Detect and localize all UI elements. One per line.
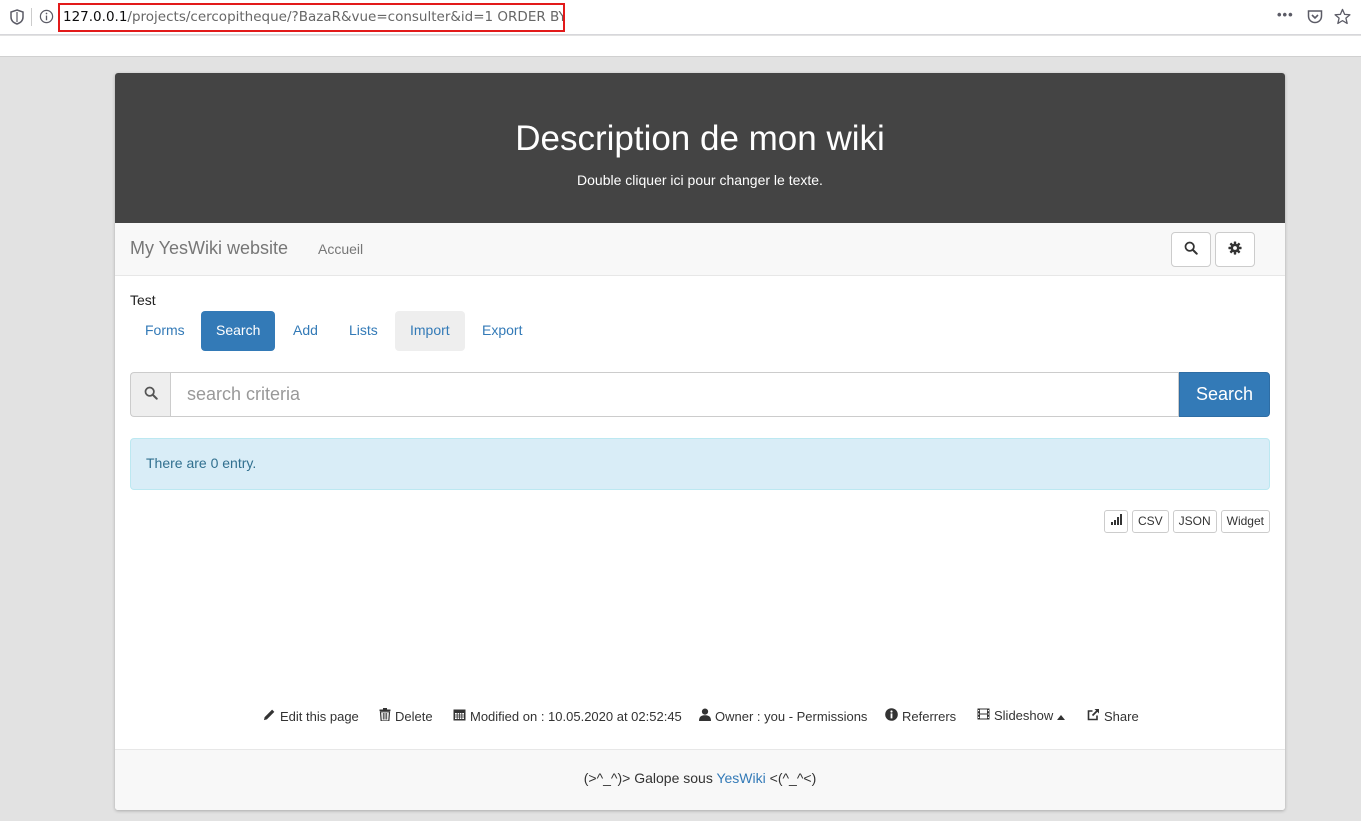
search-submit-button[interactable]: Search — [1179, 372, 1270, 417]
trash-icon — [379, 708, 391, 724]
site-info-icon[interactable] — [39, 9, 54, 28]
toolbar-divider — [31, 8, 32, 26]
slideshow-dropdown[interactable]: Slideshow — [977, 708, 1066, 723]
settings-button[interactable] — [1215, 232, 1255, 267]
site-header[interactable]: Description de mon wiki Double cliquer i… — [115, 73, 1285, 223]
tab-export[interactable]: Export — [467, 311, 537, 351]
navbar: My YesWiki website Accueil — [115, 223, 1285, 276]
slideshow-label: Slideshow — [994, 708, 1054, 723]
page-actions-icon[interactable]: ••• — [1277, 7, 1294, 23]
caret-up-icon — [1057, 708, 1066, 723]
tab-lists[interactable]: Lists — [334, 311, 393, 351]
bookmark-star-icon[interactable] — [1334, 8, 1351, 29]
film-icon — [977, 708, 990, 723]
search-button[interactable] — [1171, 232, 1211, 267]
signal-bars-icon — [1110, 511, 1122, 532]
edit-page-link[interactable]: Edit this page — [263, 708, 359, 724]
edit-page-label: Edit this page — [280, 708, 359, 724]
nav-link-accueil[interactable]: Accueil — [318, 241, 363, 257]
permissions-link[interactable]: Owner : you - Permissions — [699, 708, 867, 724]
delete-label: Delete — [395, 708, 433, 724]
url-path: /projects/cercopitheque/?BazaR&vue=consu… — [127, 9, 565, 25]
search-addon — [130, 372, 170, 417]
csv-button[interactable]: CSV — [1131, 510, 1169, 533]
pencil-icon — [263, 708, 276, 724]
footer-text-before: (>^_^)> Galope sous — [583, 770, 717, 786]
owner-label: Owner : you - Permissions — [715, 708, 868, 724]
bookmarks-bar — [0, 36, 1361, 57]
calendar-icon — [453, 708, 466, 724]
share-icon — [1087, 708, 1100, 724]
main-content: Test Forms Search Add Lists Import Expor… — [115, 276, 1285, 750]
search-icon — [1184, 241, 1198, 258]
json-button[interactable]: JSON — [1172, 510, 1217, 533]
url-host: 127.0.0.1 — [63, 9, 128, 25]
search-form: Search — [130, 372, 1270, 417]
gear-icon — [1228, 241, 1242, 258]
tab-forms[interactable]: Forms — [130, 311, 200, 351]
url-field[interactable]: 127.0.0.1/projects/cercopitheque/?BazaR&… — [58, 3, 565, 32]
user-icon — [699, 708, 711, 724]
info-icon — [885, 708, 898, 724]
search-icon — [144, 386, 158, 403]
tab-import[interactable]: Import — [395, 311, 465, 351]
page-actions-bar: Edit this page Delete Modified on : 10.0… — [115, 708, 1285, 728]
site-subtitle: Double cliquer ici pour changer le texte… — [577, 172, 823, 188]
referrers-link[interactable]: Referrers — [885, 708, 956, 724]
footer-text-after: <(^_^<) — [765, 770, 817, 786]
page-title: Test — [130, 292, 156, 308]
yeswiki-link[interactable]: YesWiki — [716, 770, 765, 786]
pocket-icon[interactable] — [1307, 9, 1323, 28]
export-buttons: CSV JSON Widget — [1103, 510, 1270, 533]
site-title: Description de mon wiki — [515, 119, 885, 158]
delete-link[interactable]: Delete — [379, 708, 433, 724]
site-footer: (>^_^)> Galope sous YesWiki <(^_^<) — [115, 749, 1285, 810]
page-container: Description de mon wiki Double cliquer i… — [115, 73, 1285, 810]
modified-label: Modified on : 10.05.2020 at 02:52:45 — [470, 708, 682, 724]
browser-toolbar: 127.0.0.1/projects/cercopitheque/?BazaR&… — [0, 0, 1361, 35]
search-input[interactable] — [170, 372, 1179, 417]
results-alert: There are 0 entry. — [130, 438, 1270, 490]
tab-add[interactable]: Add — [278, 311, 333, 351]
stats-button[interactable] — [1103, 510, 1128, 533]
shield-icon[interactable] — [10, 9, 24, 29]
tab-search[interactable]: Search — [201, 311, 276, 351]
revisions-link[interactable]: Modified on : 10.05.2020 at 02:52:45 — [453, 708, 682, 724]
share-label: Share — [1104, 708, 1139, 724]
navbar-brand[interactable]: My YesWiki website — [130, 238, 288, 259]
share-link[interactable]: Share — [1087, 708, 1139, 724]
widget-button[interactable]: Widget — [1220, 510, 1270, 533]
referrers-label: Referrers — [902, 708, 957, 724]
